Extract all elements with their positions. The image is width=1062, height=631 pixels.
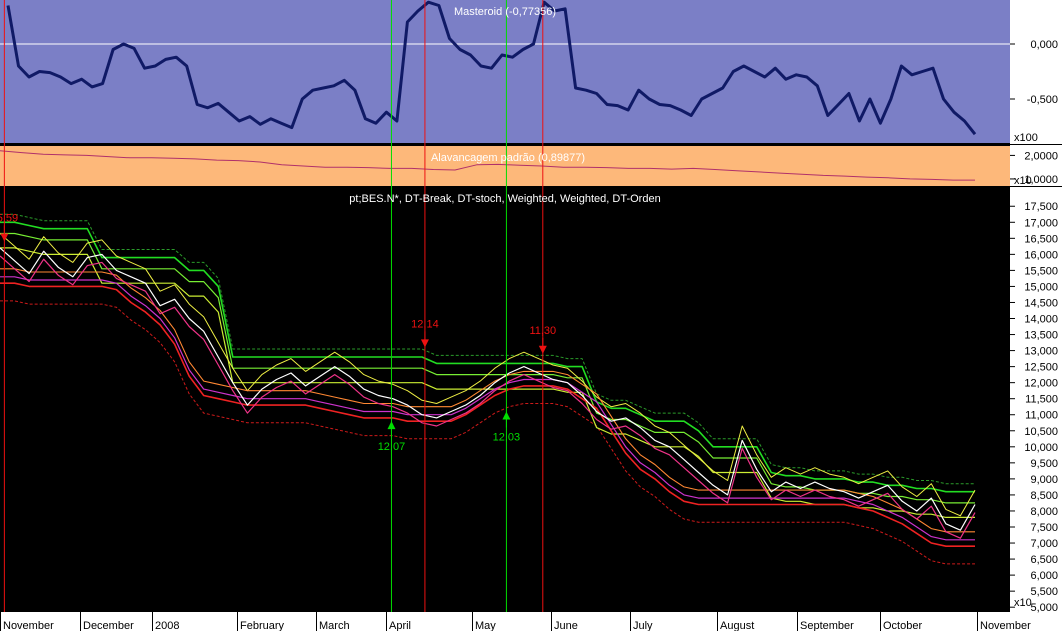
x-tick-label: October (883, 620, 922, 631)
y-tick-label: 7,500 (1030, 522, 1058, 534)
price-title: pt;BES.N*, DT-Break, DT-stoch, Weighted,… (349, 193, 660, 205)
sell-signal-label: 15,59 (0, 213, 18, 225)
y-tick-label: 8,500 (1030, 490, 1058, 502)
y-tick-label: -0,500 (1027, 94, 1058, 106)
y-tick-label: 15,000 (1024, 281, 1058, 293)
x-tick-label: March (319, 620, 350, 631)
y-tick-label: 7,000 (1030, 538, 1058, 550)
buy-signal-label: 12,07 (378, 441, 406, 453)
x-tick-label: August (720, 620, 754, 631)
y-tick-label: 10,000 (1024, 442, 1058, 454)
y-tick-label: 15,500 (1024, 265, 1058, 277)
chart-panels (0, 0, 1062, 631)
leverage-title: Alavancagem padrão (0,89877) (431, 152, 585, 164)
y-tick-label: 6,500 (1030, 554, 1058, 566)
y-tick-label: 8,000 (1030, 506, 1058, 518)
y-tick-label: 5,000 (1030, 602, 1058, 614)
trading-chart: 15,59 12,07 12,14 12,03 11,30 0,000 -0,500 x10… (0, 0, 1062, 631)
y-tick-label: 12,000 (1024, 378, 1058, 390)
buy-signal-label: 12,03 (493, 432, 521, 444)
y-tick-label: 17,000 (1024, 217, 1058, 229)
x-tick-label: June (554, 620, 578, 631)
y-tick-label: 13,500 (1024, 330, 1058, 342)
x-tick-label: December (83, 620, 134, 631)
y-tick-label: 12,500 (1024, 362, 1058, 374)
masteroid-title: Masteroid (-0,77356) (454, 6, 556, 18)
y-tick-label: 14,000 (1024, 314, 1058, 326)
x-tick-label: July (633, 620, 653, 631)
sell-signal-label: 11,30 (529, 325, 556, 337)
y-tick-label: 9,000 (1030, 474, 1058, 486)
x-tick-label: November (980, 620, 1031, 631)
y-tick-label: 9,500 (1030, 458, 1058, 470)
axis-multiplier: x10 (1014, 597, 1032, 609)
x-tick-label: November (3, 620, 54, 631)
y-tick-label: 10,500 (1024, 426, 1058, 438)
y-tick-label: 14,500 (1024, 297, 1058, 309)
y-tick-label: 11,500 (1025, 394, 1058, 406)
y-tick-label: 13,000 (1024, 346, 1058, 358)
y-tick-label: 5,500 (1030, 586, 1058, 598)
x-tick-label: 2008 (155, 620, 179, 631)
x-tick-label: April (389, 620, 411, 631)
y-tick-label: 16,000 (1024, 249, 1058, 261)
axis-multiplier: x10 (1014, 175, 1032, 187)
axis-multiplier: x100 (1014, 132, 1038, 144)
y-tick-label: 2,0000 (1024, 150, 1058, 162)
x-tick-label: September (800, 620, 854, 631)
y-tick-label: 0,000 (1030, 39, 1058, 51)
sell-signal-label: 12,14 (411, 318, 439, 330)
price-background (0, 187, 1010, 612)
y-tick-label: 6,000 (1030, 570, 1058, 582)
x-tick-label: May (475, 620, 496, 631)
x-tick-label: February (240, 620, 285, 631)
y-tick-label: 17,500 (1024, 201, 1058, 213)
y-tick-label: 16,500 (1024, 233, 1058, 245)
y-tick-label: 11,000 (1025, 410, 1058, 422)
